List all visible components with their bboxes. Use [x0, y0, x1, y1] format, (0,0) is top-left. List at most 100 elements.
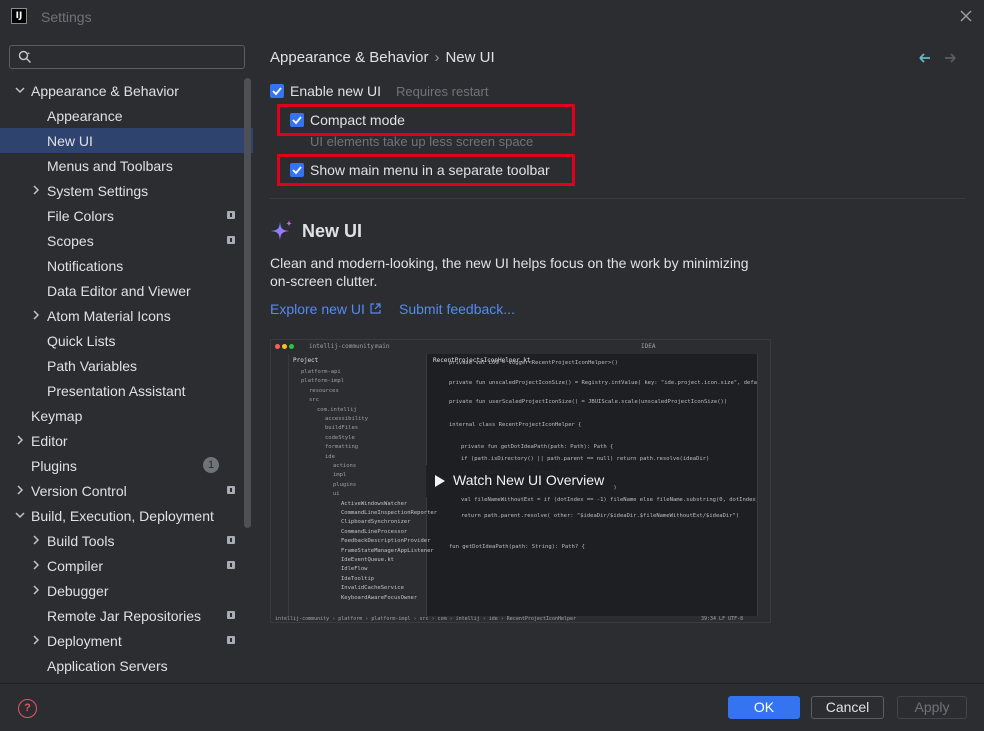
sidebar-scrollbar[interactable]: [244, 78, 251, 528]
preview-status-path: intellij-community › platform › platform…: [275, 616, 577, 622]
help-icon[interactable]: ?: [18, 699, 37, 718]
sidebar-item-file-colors[interactable]: File Colors: [0, 203, 253, 228]
forward-arrow-icon[interactable]: [943, 51, 957, 65]
sidebar-item-path-variables[interactable]: Path Variables: [0, 353, 253, 378]
compact-mode-option[interactable]: Compact mode: [290, 110, 560, 132]
sidebar-item-deployment[interactable]: Deployment: [0, 628, 253, 653]
sidebar-item-label: Version Control: [31, 483, 127, 499]
explore-new-ui-link[interactable]: Explore new UI: [270, 301, 381, 317]
sidebar-item-label: Plugins: [31, 458, 77, 474]
enable-new-ui-checkbox[interactable]: [270, 84, 284, 98]
sidebar-item-label: Atom Material Icons: [47, 308, 171, 324]
sidebar-item-build-tools[interactable]: Build Tools: [0, 528, 253, 553]
sidebar-item-new-ui[interactable]: New UI: [0, 128, 253, 153]
sidebar-item-label: Compiler: [47, 558, 104, 574]
sidebar-item-system-settings[interactable]: System Settings: [0, 178, 253, 203]
sidebar-item-appearance[interactable]: Appearance: [0, 103, 253, 128]
sidebar-item-label: Deployment: [47, 633, 122, 649]
sidebar-item-data-editor-and-viewer[interactable]: Data Editor and Viewer: [0, 278, 253, 303]
watch-overview-button[interactable]: Watch New UI Overview: [426, 465, 612, 497]
preview-code-line: fun getDotIdeaPath(path: String): Path? …: [449, 544, 585, 550]
chevron-down-icon[interactable]: [15, 510, 25, 520]
project-level-icon: [227, 536, 235, 544]
play-icon: [435, 475, 445, 487]
sidebar-item-scopes[interactable]: Scopes: [0, 228, 253, 253]
preview-tree-item: InvalidCacheService: [341, 585, 404, 592]
preview-tree-item: ide: [325, 453, 335, 460]
sidebar-item-presentation-assistant[interactable]: Presentation Assistant: [0, 378, 253, 403]
section-divider: [270, 198, 966, 199]
checkmark-icon: [292, 116, 302, 125]
preview-tree-item: CommandLineProcessor: [341, 528, 408, 535]
search-input[interactable]: [40, 48, 240, 66]
chevron-right-icon[interactable]: [31, 585, 41, 595]
sidebar-item-application-servers[interactable]: Application Servers: [0, 653, 253, 678]
preview-tree-item: IdeEventQueue.kt: [341, 557, 394, 563]
preview-tree-item: formatting: [325, 444, 359, 451]
ok-button[interactable]: OK: [728, 696, 800, 719]
sidebar-item-label: Appearance & Behavior: [31, 83, 179, 99]
close-icon[interactable]: [958, 8, 974, 24]
search-icon: [18, 50, 32, 64]
preview-tree-item: platform-impl: [301, 378, 345, 385]
new-ui-video-preview[interactable]: intellij-community main IDEA Project pla…: [270, 339, 771, 623]
preview-toolbar: intellij-community main IDEA: [271, 340, 770, 354]
sidebar-item-label: Scopes: [47, 233, 94, 249]
separate-toolbar-label: Show main menu in a separate toolbar: [310, 162, 550, 178]
back-arrow-icon[interactable]: [918, 51, 932, 65]
chevron-right-icon[interactable]: [31, 535, 41, 545]
preview-code-line: return path.parent.resolve( other: "$ide…: [461, 513, 740, 519]
chevron-right-icon[interactable]: [31, 310, 41, 320]
preview-tree-item: buildFiles: [325, 425, 359, 432]
sidebar-item-editor[interactable]: Editor: [0, 428, 253, 453]
apply-button[interactable]: Apply: [897, 696, 967, 719]
submit-feedback-link[interactable]: Submit feedback...: [399, 301, 515, 317]
project-level-icon: [227, 211, 235, 219]
sidebar-item-atom-material-icons[interactable]: Atom Material Icons: [0, 303, 253, 328]
sidebar-item-label: File Colors: [47, 208, 114, 224]
compact-mode-label: Compact mode: [310, 112, 405, 128]
sidebar-item-compiler[interactable]: Compiler: [0, 553, 253, 578]
sidebar-item-label: Quick Lists: [47, 333, 116, 349]
preview-tree-item: FeedbackDescriptionProvider: [341, 538, 431, 545]
preview-tree-item: com.intellij: [317, 406, 357, 413]
preview-code-line: internal class RecentProjectIconHelper {: [449, 422, 582, 428]
sidebar-item-version-control[interactable]: Version Control: [0, 478, 253, 503]
sidebar-item-quick-lists[interactable]: Quick Lists: [0, 328, 253, 353]
dialog-footer: ? OK Cancel Apply: [0, 683, 984, 731]
preview-tree-item: IdleFlow: [341, 566, 368, 573]
cancel-button[interactable]: Cancel: [811, 696, 884, 719]
checkmark-icon: [292, 166, 302, 175]
chevron-right-icon[interactable]: [31, 560, 41, 570]
separate-toolbar-option[interactable]: Show main menu in a separate toolbar: [290, 160, 570, 182]
sidebar-item-label: New UI: [47, 133, 93, 149]
preview-code-line: if (path.isDirectory() || path.parent ==…: [461, 456, 710, 462]
sidebar-item-label: Path Variables: [47, 358, 138, 374]
sidebar-item-label: Editor: [31, 433, 68, 449]
checkmark-icon: [272, 87, 282, 96]
project-level-icon: [227, 611, 235, 619]
settings-search[interactable]: [9, 45, 245, 69]
chevron-right-icon[interactable]: [31, 635, 41, 645]
breadcrumb-parent[interactable]: Appearance & Behavior: [270, 49, 428, 66]
sidebar-item-debugger[interactable]: Debugger: [0, 578, 253, 603]
separate-toolbar-checkbox[interactable]: [290, 163, 304, 177]
external-link-icon: [370, 303, 381, 314]
plugin-update-count-badge: 1: [203, 457, 219, 473]
sidebar-item-keymap[interactable]: Keymap: [0, 403, 253, 428]
compact-mode-checkbox[interactable]: [290, 113, 304, 127]
chevron-right-icon[interactable]: [15, 435, 25, 445]
chevron-right-icon[interactable]: [15, 485, 25, 495]
sidebar-item-notifications[interactable]: Notifications: [0, 253, 253, 278]
preview-tree-item: platform-api: [301, 369, 341, 375]
sidebar-item-build-execution-deployment[interactable]: Build, Execution, Deployment: [0, 503, 253, 528]
preview-tree-item: codeStyle: [325, 434, 355, 441]
sidebar-item-remote-jar-repositories[interactable]: Remote Jar Repositories: [0, 603, 253, 628]
preview-tree-item: src: [309, 397, 319, 404]
sidebar-item-plugins[interactable]: Plugins 1: [0, 453, 253, 478]
chevron-down-icon[interactable]: [15, 85, 25, 95]
chevron-right-icon[interactable]: [31, 185, 41, 195]
project-level-icon: [227, 561, 235, 569]
sidebar-item-menus-and-toolbars[interactable]: Menus and Toolbars: [0, 153, 253, 178]
sidebar-item-appearance-behavior[interactable]: Appearance & Behavior: [0, 78, 253, 103]
